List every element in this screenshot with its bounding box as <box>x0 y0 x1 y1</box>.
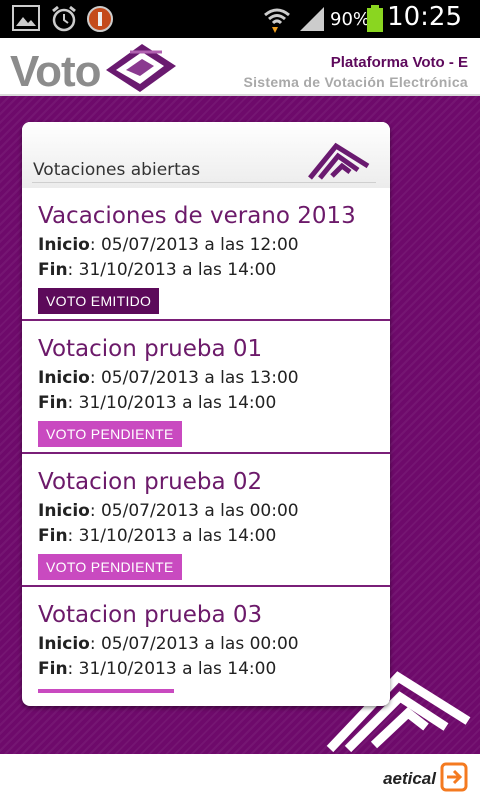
voto-e-card-icon <box>306 140 372 186</box>
status-bar: 90% 10:25 <box>0 0 480 38</box>
vote-end: Fin: 31/10/2013 a las 14:00 <box>38 394 390 413</box>
vote-start: Inicio: 05/07/2013 a las 12:00 <box>38 236 390 255</box>
vote-status-badge: VOTO EMITIDO <box>38 288 160 314</box>
vote-end: Fin: 31/10/2013 a las 14:00 <box>38 527 390 546</box>
footer: aetical <box>0 754 480 800</box>
start-label: Inicio <box>38 368 90 388</box>
open-votes-card: Votaciones abiertas Vacaciones de verano… <box>22 122 390 706</box>
end-value: : 31/10/2013 a las 14:00 <box>67 393 277 413</box>
start-value: : 05/07/2013 a las 12:00 <box>89 235 299 255</box>
vote-status-badge: VOTO PENDIENTE <box>38 554 182 580</box>
vote-item[interactable]: Votacion prueba 02 Inicio: 05/07/2013 a … <box>22 454 390 587</box>
vote-start: Inicio: 05/07/2013 a las 13:00 <box>38 369 390 388</box>
vote-status-badge: VOTO PENDIENTE <box>38 421 182 447</box>
header-subtitle: Sistema de Votación Electrónica <box>243 74 468 90</box>
aetical-brand-text: aetical <box>383 769 436 788</box>
alarm-clock-icon <box>50 5 78 37</box>
battery-percent: 90% <box>330 9 371 30</box>
aetical-logo[interactable]: aetical <box>383 762 468 796</box>
end-value: : 31/10/2013 a las 14:00 <box>67 526 277 546</box>
start-label: Inicio <box>38 235 90 255</box>
end-value: : 31/10/2013 a las 14:00 <box>67 659 277 679</box>
vote-start: Inicio: 05/07/2013 a las 00:00 <box>38 635 390 654</box>
start-value: : 05/07/2013 a las 00:00 <box>89 634 299 654</box>
start-label: Inicio <box>38 634 90 654</box>
card-header: Votaciones abiertas <box>22 122 390 188</box>
battery-icon <box>366 5 384 37</box>
gallery-notification-icon <box>12 5 40 35</box>
vote-status-badge-clipped <box>38 689 174 693</box>
logo-text: Voto <box>10 47 101 96</box>
card-title: Votaciones abiertas <box>33 160 201 180</box>
end-label: Fin <box>38 659 68 679</box>
signal-strength-icon <box>298 5 326 37</box>
vote-item[interactable]: Vacaciones de verano 2013 Inicio: 05/07/… <box>22 188 390 321</box>
start-value: : 05/07/2013 a las 13:00 <box>89 368 299 388</box>
wifi-icon <box>262 5 292 37</box>
vote-start: Inicio: 05/07/2013 a las 00:00 <box>38 502 390 521</box>
end-label: Fin <box>38 260 68 280</box>
end-value: : 31/10/2013 a las 14:00 <box>67 260 277 280</box>
start-label: Inicio <box>38 501 90 521</box>
exit-arrow-icon <box>440 762 468 796</box>
header-title: Plataforma Voto - E <box>330 54 468 71</box>
vote-title[interactable]: Votacion prueba 03 <box>38 601 390 629</box>
app-header: Voto Plataforma Voto - E Sistema de Vota… <box>0 38 480 96</box>
card-title-divider <box>32 182 376 183</box>
vote-end: Fin: 31/10/2013 a las 14:00 <box>38 660 390 679</box>
end-label: Fin <box>38 393 68 413</box>
voto-e-logo-icon <box>100 40 180 100</box>
vote-item[interactable]: Votacion prueba 01 Inicio: 05/07/2013 a … <box>22 321 390 454</box>
end-label: Fin <box>38 526 68 546</box>
vote-end: Fin: 31/10/2013 a las 14:00 <box>38 261 390 280</box>
vote-title[interactable]: Votacion prueba 01 <box>38 335 390 363</box>
start-value: : 05/07/2013 a las 00:00 <box>89 501 299 521</box>
vote-item[interactable]: Votacion prueba 03 Inicio: 05/07/2013 a … <box>22 587 390 706</box>
vote-title[interactable]: Vacaciones de verano 2013 <box>38 202 390 230</box>
vote-title[interactable]: Votacion prueba 02 <box>38 468 390 496</box>
app-notification-icon <box>86 5 114 37</box>
clock-time: 10:25 <box>387 2 462 32</box>
